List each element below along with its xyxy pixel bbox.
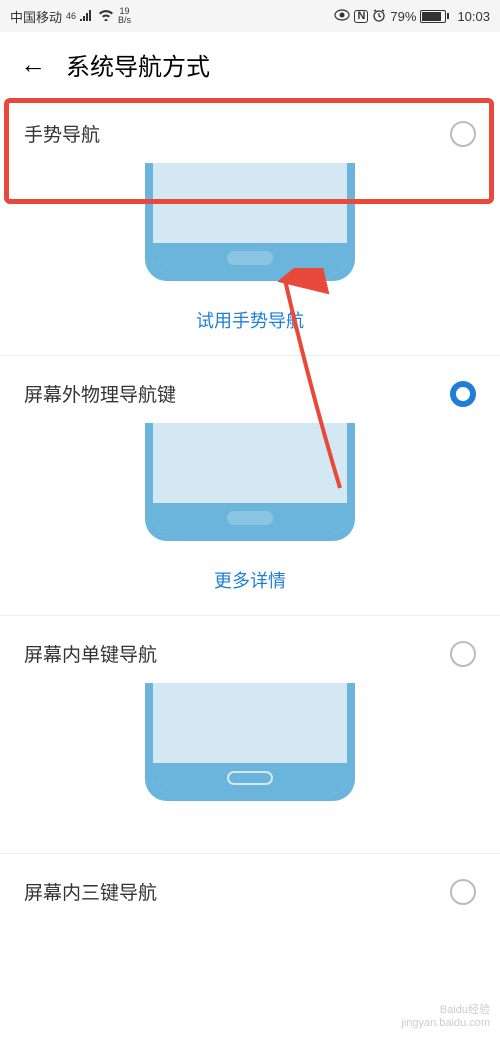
network-badge: 46: [66, 12, 76, 21]
more-details-link[interactable]: 更多详情: [0, 549, 500, 615]
wifi-icon: [98, 9, 114, 24]
option-label: 屏幕外物理导航键: [24, 380, 176, 407]
back-icon[interactable]: ←: [20, 49, 46, 80]
option-physical-nav[interactable]: 屏幕外物理导航键: [0, 356, 500, 431]
watermark: Baidu经验 jingyan.baidu.com: [401, 1004, 490, 1030]
status-right: N 79% 10:03: [334, 8, 490, 25]
option-label: 屏幕内三键导航: [24, 878, 157, 905]
option-gesture-nav[interactable]: 手势导航: [0, 96, 500, 171]
signal-icon: [80, 9, 94, 24]
eye-icon: [334, 9, 350, 24]
page-header: ← 系统导航方式: [0, 32, 500, 96]
preview-single-key: [0, 691, 500, 809]
carrier-label: 中国移动: [10, 7, 62, 26]
option-three-key-nav[interactable]: 屏幕内三键导航: [0, 854, 500, 929]
preview-physical: [0, 431, 500, 549]
try-gesture-link[interactable]: 试用手势导航: [0, 289, 500, 355]
radio-unchecked-icon: [450, 879, 476, 905]
alarm-icon: [372, 8, 386, 25]
radio-checked-icon: [450, 381, 476, 407]
option-label: 屏幕内单键导航: [24, 640, 157, 667]
network-speed: 19 B/s: [118, 7, 131, 25]
nfc-icon: N: [354, 10, 368, 23]
preview-gesture: [0, 171, 500, 289]
battery-icon: [420, 10, 449, 23]
option-label: 手势导航: [24, 120, 100, 147]
battery-percent: 79%: [390, 9, 416, 24]
page-title: 系统导航方式: [66, 47, 210, 82]
radio-unchecked-icon: [450, 121, 476, 147]
radio-unchecked-icon: [450, 641, 476, 667]
status-left: 中国移动 46 19 B/s: [10, 7, 131, 26]
clock-time: 10:03: [457, 9, 490, 24]
option-single-key-nav[interactable]: 屏幕内单键导航: [0, 616, 500, 691]
status-bar: 中国移动 46 19 B/s N 79% 10:03: [0, 0, 500, 32]
